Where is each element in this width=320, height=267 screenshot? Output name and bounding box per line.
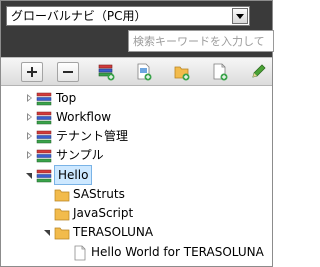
navigation-editor-panel: グローバルナビ（PC用） 検索キーワードを入力して Top Workflow テ… <box>0 0 274 267</box>
tree-item-label: JavaScript <box>73 206 134 220</box>
folder-icon <box>54 208 70 221</box>
page-icon <box>74 245 86 261</box>
tree-item-label: テナント管理 <box>56 129 129 143</box>
tree-item-label: Hello World for TERASOLUNA <box>91 245 264 259</box>
tree-item-label: TERASOLUNA <box>73 225 154 239</box>
plus-icon <box>27 67 37 77</box>
collapse-arrow-icon[interactable] <box>25 171 34 180</box>
collapse-arrow-icon[interactable] <box>43 228 52 237</box>
add-menu-button[interactable] <box>95 62 117 82</box>
tree-item-javascript[interactable]: JavaScript <box>1 204 272 223</box>
expand-arrow-icon[interactable] <box>25 151 34 160</box>
chevron-down-icon[interactable] <box>232 8 248 24</box>
expand-arrow-icon[interactable] <box>25 94 34 103</box>
menu-icon <box>36 149 52 163</box>
expand-all-button[interactable] <box>21 62 43 82</box>
tree-item-workflow[interactable]: Workflow <box>1 108 272 127</box>
collapse-all-button[interactable] <box>57 62 79 82</box>
expand-arrow-icon[interactable] <box>25 132 34 141</box>
tree-item-label: サンプル <box>56 148 104 162</box>
tree-item-hello[interactable]: Hello <box>1 165 272 185</box>
tree-item-label: SAStruts <box>73 187 125 201</box>
menu-icon <box>36 130 52 144</box>
document-add-icon <box>213 63 228 81</box>
tree-item-hello-world[interactable]: Hello World for TERASOLUNA <box>1 243 272 262</box>
folder-add-icon <box>174 66 190 81</box>
minus-icon <box>63 71 73 73</box>
tree-item-label: Hello <box>54 165 93 185</box>
folder-open-icon <box>54 227 70 240</box>
navigation-select[interactable]: グローバルナビ（PC用） <box>6 6 250 26</box>
tree-item-label: Top <box>56 91 77 105</box>
tree-item-tenant[interactable]: テナント管理 <box>1 127 272 146</box>
navigation-select-value: グローバルナビ（PC用） <box>11 9 147 23</box>
new-document-button[interactable] <box>209 62 231 82</box>
add-folder-button[interactable] <box>171 62 193 82</box>
menu-icon <box>36 169 52 183</box>
tree-item-sample[interactable]: サンプル <box>1 146 272 165</box>
search-field[interactable] <box>128 30 274 52</box>
menu-icon <box>36 92 52 106</box>
tree-item-terasoluna[interactable]: TERASOLUNA <box>1 223 272 242</box>
add-page-button[interactable] <box>133 62 155 82</box>
header-bar: グローバルナビ（PC用） <box>1 1 274 57</box>
tree-item-top[interactable]: Top <box>1 89 272 108</box>
page-add-icon <box>137 63 152 81</box>
menu-add-icon <box>98 64 115 81</box>
search-input[interactable] <box>129 31 273 51</box>
folder-icon <box>54 189 70 202</box>
edit-button[interactable] <box>247 62 269 82</box>
expand-arrow-icon[interactable] <box>25 113 34 122</box>
tree-toolbar <box>1 57 272 86</box>
pencil-icon <box>252 64 266 78</box>
tree-item-label: Workflow <box>56 110 112 124</box>
menu-icon <box>36 111 52 125</box>
tree-item-sastruts[interactable]: SAStruts <box>1 185 272 204</box>
